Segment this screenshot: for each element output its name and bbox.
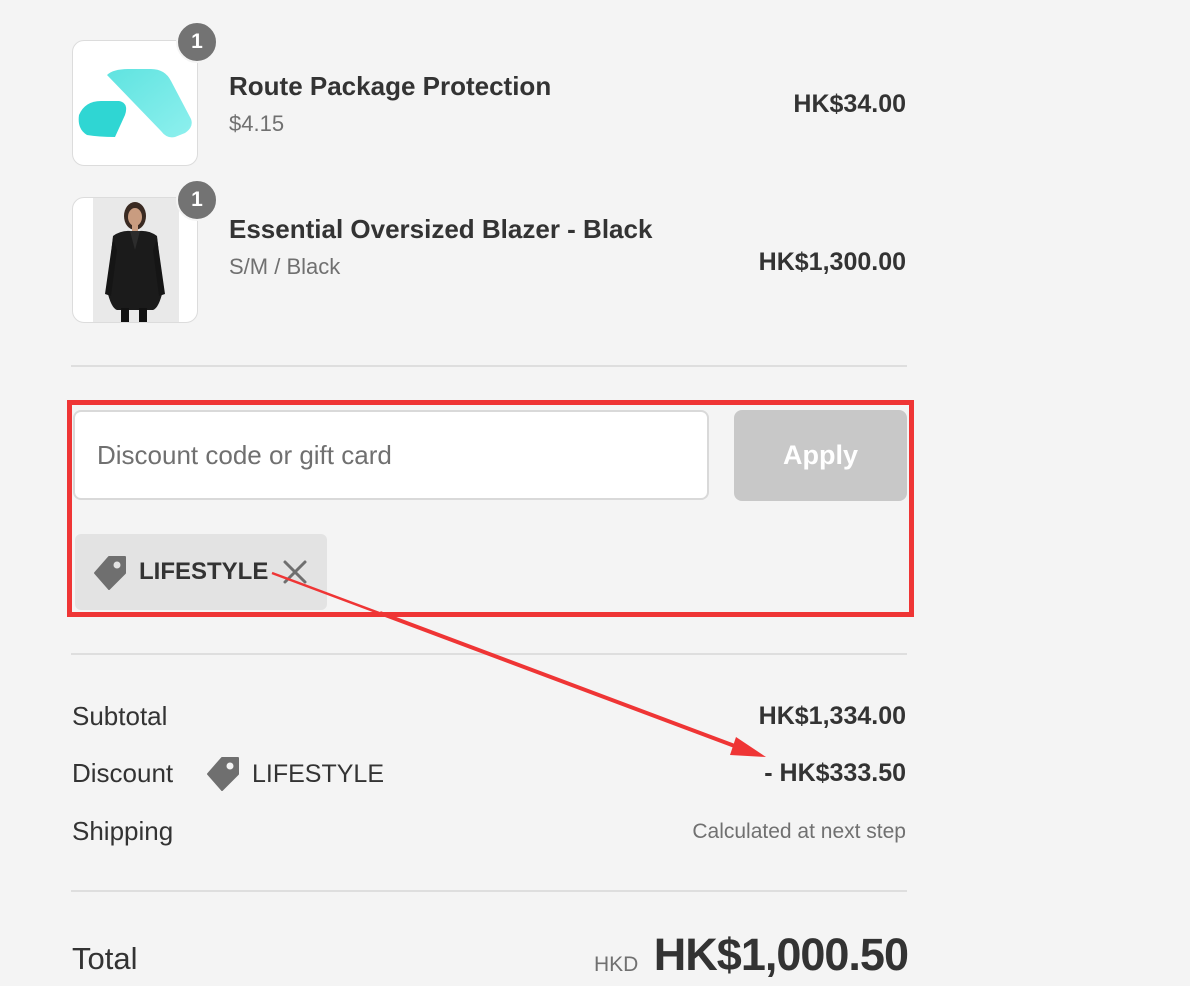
tag-icon [207, 757, 239, 791]
discount-code: LIFESTYLE [252, 760, 384, 788]
shipping-value: Calculated at next step [692, 820, 906, 843]
discount-code-input[interactable] [73, 410, 709, 500]
subtotal-value: HK$1,334.00 [758, 702, 906, 730]
product-thumbnail [72, 197, 198, 323]
subtotal-label: Subtotal [72, 701, 168, 731]
item-subtitle: $4.15 [229, 111, 285, 136]
shipping-label: Shipping [72, 816, 174, 846]
route-logo-icon [78, 69, 192, 138]
applied-discount-chip: LIFESTYLE [75, 534, 327, 610]
discount-label: Discount [72, 758, 174, 788]
item-price: HK$1,300.00 [758, 248, 906, 276]
quantity-badge: 1 [176, 179, 218, 221]
quantity-badge: 1 [176, 21, 218, 63]
item-name: Route Package Protection [229, 71, 552, 101]
blazer-photo [93, 198, 179, 322]
product-thumbnail [72, 40, 198, 166]
item-subtitle: S/M / Black [229, 254, 341, 279]
item-name: Essential Oversized Blazer - Black [229, 214, 653, 244]
apply-button[interactable]: Apply [734, 410, 907, 501]
divider [71, 365, 907, 367]
applied-code-label: LIFESTYLE [139, 558, 269, 585]
total-value: HK$1,000.50 [653, 929, 909, 980]
total-label: Total [72, 941, 138, 976]
currency-code: HKD [594, 953, 639, 976]
tag-icon [94, 556, 126, 590]
divider [71, 653, 907, 655]
divider [71, 890, 907, 892]
close-icon[interactable] [282, 559, 308, 585]
item-price: HK$34.00 [793, 90, 906, 118]
discount-value: - HK$333.50 [764, 759, 906, 787]
